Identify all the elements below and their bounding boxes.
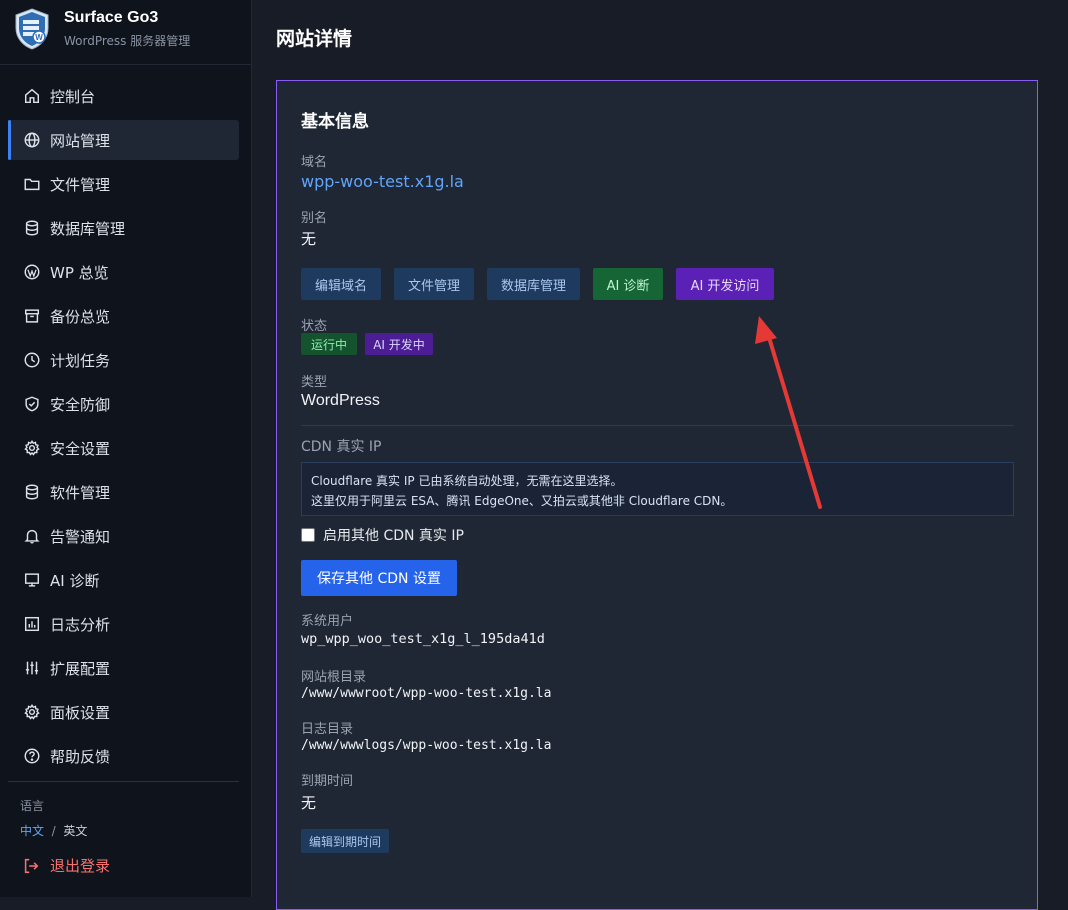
sidebar-item-defense[interactable]: 安全防御: [8, 384, 239, 424]
cdn-checkbox-row: 启用其他 CDN 真实 IP: [301, 525, 464, 545]
sidebar-item-label: 面板设置: [50, 703, 111, 722]
root-dir-label: 网站根目录: [301, 670, 367, 685]
sys-user-label: 系统用户: [301, 614, 354, 629]
sidebar-item-backup[interactable]: 备份总览: [8, 296, 239, 336]
folder-icon: [22, 174, 42, 194]
domain-link[interactable]: wpp-woo-test.x1g.la: [301, 172, 464, 191]
logout-label: 退出登录: [50, 857, 111, 875]
server-shield-icon: W: [15, 8, 49, 50]
language-switcher: 中文 / 英文: [20, 822, 87, 839]
brand-subtitle: WordPress 服务器管理: [64, 34, 191, 48]
sidebar-item-label: 帮助反馈: [50, 747, 111, 766]
home-icon: [22, 86, 42, 106]
language-option-cn[interactable]: 中文: [20, 824, 44, 838]
cdn-info-box: Cloudflare 真实 IP 已由系统自动处理，无需在这里选择。 这里仅用于…: [301, 462, 1014, 516]
log-dir-label: 日志目录: [301, 722, 354, 737]
sidebar-item-label: 网站管理: [50, 131, 111, 150]
sidebar-item-label: 文件管理: [50, 175, 111, 194]
alias-label: 别名: [301, 211, 328, 226]
status-label: 状态: [301, 319, 328, 334]
sidebar-item-label: WP 总览: [50, 263, 109, 282]
sidebar-item-label: 日志分析: [50, 615, 111, 634]
section-divider: [301, 425, 1014, 426]
sidebar-item-security-settings[interactable]: 安全设置: [8, 428, 239, 468]
cdn-label: CDN 真实 IP: [301, 439, 382, 455]
domain-label: 域名: [301, 155, 328, 170]
sidebar-item-label: 扩展配置: [50, 659, 111, 678]
file-manage-button[interactable]: 文件管理: [394, 268, 474, 300]
sidebar-item-dashboard[interactable]: 控制台: [8, 76, 239, 116]
cdn-info-line2: 这里仅用于阿里云 ESA、腾讯 EdgeOne、又拍云或其他非 Cloudfla…: [311, 494, 733, 508]
sidebar-item-label: 软件管理: [50, 483, 111, 502]
ai-diagnose-button[interactable]: AI 诊断: [593, 268, 663, 300]
sys-user-value: wp_wpp_woo_test_x1g_l_195da41d: [301, 631, 545, 647]
shield-icon: [22, 394, 42, 414]
cdn-info-line1: Cloudflare 真实 IP 已由系统自动处理，无需在这里选择。: [311, 474, 623, 488]
svg-text:W: W: [35, 33, 43, 42]
edit-expire-button[interactable]: 编辑到期时间: [301, 829, 389, 853]
expire-value: 无: [301, 794, 317, 812]
edit-domain-button[interactable]: 编辑域名: [301, 268, 381, 300]
log-dir-value: /www/wwwlogs/wpp-woo-test.x1g.la: [301, 738, 552, 753]
sidebar-item-wp-overview[interactable]: WP 总览: [8, 252, 239, 292]
sidebar-item-ai-diagnose[interactable]: AI 诊断: [8, 560, 239, 600]
sidebar-item-label: 备份总览: [50, 307, 111, 326]
archive-icon: [22, 306, 42, 326]
sidebar-item-sites[interactable]: 网站管理: [8, 120, 239, 160]
sidebar-divider: [8, 781, 239, 782]
sidebar-item-extensions[interactable]: 扩展配置: [8, 648, 239, 688]
brand-header: W Surface Go3 WordPress 服务器管理: [0, 0, 251, 65]
help-icon: [22, 746, 42, 766]
sliders-icon: [22, 658, 42, 678]
type-value: WordPress: [301, 392, 380, 409]
expire-label: 到期时间: [301, 774, 354, 789]
database-icon: [22, 482, 42, 502]
page-title: 网站详情: [276, 28, 353, 50]
language-separator: /: [51, 824, 56, 838]
logout-button[interactable]: 退出登录: [22, 855, 110, 876]
sidebar-item-cron[interactable]: 计划任务: [8, 340, 239, 380]
sidebar-item-log-analysis[interactable]: 日志分析: [8, 604, 239, 644]
sidebar-item-panel-settings[interactable]: 面板设置: [8, 692, 239, 732]
wordpress-icon: [22, 262, 42, 282]
sidebar-item-label: 告警通知: [50, 527, 111, 546]
sidebar-item-alerts[interactable]: 告警通知: [8, 516, 239, 556]
save-cdn-button[interactable]: 保存其他 CDN 设置: [301, 560, 457, 596]
chart-icon: [22, 614, 42, 634]
root-dir-value: /www/wwwroot/wpp-woo-test.x1g.la: [301, 686, 552, 701]
cdn-checkbox[interactable]: [301, 528, 315, 542]
cdn-checkbox-label[interactable]: 启用其他 CDN 真实 IP: [323, 525, 464, 545]
section-title: 基本信息: [301, 112, 369, 132]
sidebar-item-help[interactable]: 帮助反馈: [8, 736, 239, 776]
sidebar-item-software[interactable]: 软件管理: [8, 472, 239, 512]
clock-icon: [22, 350, 42, 370]
alias-value: 无: [301, 230, 317, 248]
status-badge-running: 运行中: [301, 333, 357, 355]
brand-title: Surface Go3: [64, 9, 159, 26]
type-label: 类型: [301, 375, 328, 390]
gear-icon: [22, 702, 42, 722]
bell-icon: [22, 526, 42, 546]
database-icon: [22, 218, 42, 238]
sidebar-item-database[interactable]: 数据库管理: [8, 208, 239, 248]
sidebar-item-label: 安全防御: [50, 395, 111, 414]
language-option-en[interactable]: 英文: [63, 824, 87, 838]
gear-icon: [22, 438, 42, 458]
sidebar-item-label: 数据库管理: [50, 219, 126, 238]
sidebar-item-files[interactable]: 文件管理: [8, 164, 239, 204]
logout-icon: [24, 858, 39, 873]
sidebar-nav: 控制台 网站管理 文件管理 数据库管理 WP 总览 备份总览 计划任务 安全防御…: [8, 76, 239, 780]
sidebar-item-label: AI 诊断: [50, 571, 100, 590]
sidebar-item-label: 计划任务: [50, 351, 111, 370]
sidebar: W Surface Go3 WordPress 服务器管理 控制台 网站管理 文…: [0, 0, 252, 897]
db-manage-button[interactable]: 数据库管理: [487, 268, 580, 300]
monitor-icon: [22, 570, 42, 590]
status-badge-ai-dev: AI 开发中: [365, 333, 433, 355]
sidebar-item-label: 安全设置: [50, 439, 111, 458]
sidebar-item-label: 控制台: [50, 87, 96, 106]
language-label: 语言: [20, 799, 45, 813]
globe-icon: [22, 130, 42, 150]
ai-dev-access-button[interactable]: AI 开发访问: [676, 268, 774, 300]
